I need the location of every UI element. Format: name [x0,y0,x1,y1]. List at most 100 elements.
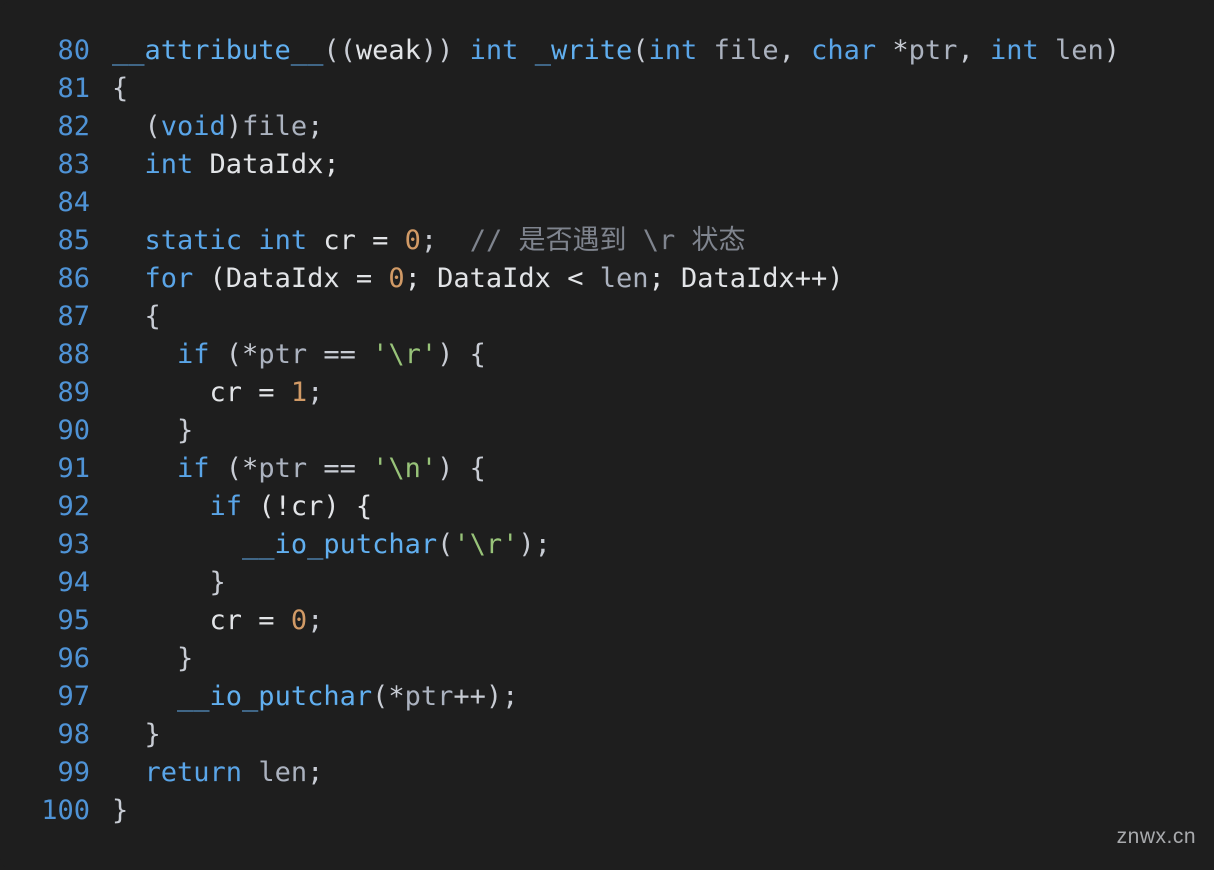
line-number: 89 [20,374,112,412]
code-token: ; [307,377,323,408]
code-token [242,225,258,256]
line-number: 100 [20,792,112,830]
code-token: } [112,795,128,826]
code-line: 98 } [20,716,1184,754]
code-token: ( [437,529,453,560]
code-token [112,339,177,370]
code-line: 95 cr = 0; [20,602,1184,640]
code-token: 0 [388,263,404,294]
code-token: void [161,111,226,142]
code-token: len [258,757,307,788]
line-number: 84 [20,184,112,222]
code-line: 90 } [20,412,1184,450]
code-token: if [177,453,210,484]
code-token: , [957,35,990,66]
code-line: 84 [20,184,1184,222]
code-token: ( [112,111,161,142]
code-line: 83 int DataIdx; [20,146,1184,184]
code-token: { [112,301,161,332]
code-line: 85 static int cr = 0; // 是否遇到 \r 状态 [20,222,1184,260]
code-token: __io_putchar [177,681,372,712]
code-token: int [990,35,1039,66]
code-token [112,757,145,788]
code-token: file [714,35,779,66]
code-token: file [242,111,307,142]
code-line: 87 { [20,298,1184,336]
code-line: 89 cr = 1; [20,374,1184,412]
code-token: cr = [112,377,291,408]
code-token: return [145,757,243,788]
line-number: 97 [20,678,112,716]
code-token: 0 [291,605,307,636]
code-token: } [112,415,193,446]
line-number: 92 [20,488,112,526]
code-line: 93 __io_putchar('\r'); [20,526,1184,564]
code-token: '\r' [453,529,518,560]
code-token: cr = [112,605,291,636]
code-token: int [258,225,307,256]
code-token: 0 [405,225,421,256]
line-number: 93 [20,526,112,564]
code-token [112,263,145,294]
code-token: weak [356,35,421,66]
line-number: 96 [20,640,112,678]
code-line: 88 if (*ptr == '\r') { [20,336,1184,374]
code-token: ; [307,757,323,788]
code-line: 86 for (DataIdx = 0; DataIdx < len; Data… [20,260,1184,298]
code-token: int [470,35,519,66]
code-token [112,453,177,484]
code-token: ptr [909,35,958,66]
code-token [242,757,258,788]
code-line: 82 (void)file; [20,108,1184,146]
line-number: 94 [20,564,112,602]
code-token: } [112,719,161,750]
code-token: { [112,73,128,104]
code-token: '\n' [372,453,437,484]
code-token: } [112,643,193,674]
code-token: ) { [437,339,486,370]
watermark-label: znwx.cn [1117,818,1196,856]
code-token: (DataIdx = [193,263,388,294]
line-number: 82 [20,108,112,146]
code-token: 1 [291,377,307,408]
code-token: ++); [453,681,518,712]
line-number: 98 [20,716,112,754]
code-token [112,225,145,256]
code-token [112,491,210,522]
code-token: ptr [405,681,454,712]
code-token: (* [210,453,259,484]
code-token: DataIdx; [193,149,339,180]
code-token: ) { [437,453,486,484]
code-line: 96 } [20,640,1184,678]
line-number: 83 [20,146,112,184]
code-token [697,35,713,66]
code-token [112,149,145,180]
code-token: (!cr) { [242,491,372,522]
code-lines-container: 80__attribute__((weak)) int _write(int f… [20,32,1184,830]
code-token: ; DataIdx < [405,263,600,294]
line-number: 81 [20,70,112,108]
line-number: 99 [20,754,112,792]
line-number: 95 [20,602,112,640]
line-number: 85 [20,222,112,260]
code-line: 97 __io_putchar(*ptr++); [20,678,1184,716]
code-line: 99 return len; [20,754,1184,792]
code-token: ; DataIdx++) [649,263,844,294]
code-token: _write [535,35,633,66]
code-token: int [145,149,194,180]
code-token [112,529,242,560]
code-line: 81{ [20,70,1184,108]
code-token: ptr [258,453,307,484]
code-token: (* [210,339,259,370]
code-token: )) [421,35,470,66]
code-token: char [811,35,876,66]
code-token [518,35,534,66]
code-token: ; [421,225,470,256]
line-number: 91 [20,450,112,488]
code-token: __io_putchar [242,529,437,560]
code-token: ); [518,529,551,560]
code-token [112,681,177,712]
code-token: if [210,491,243,522]
code-token: ; [307,111,323,142]
code-line: 94 } [20,564,1184,602]
